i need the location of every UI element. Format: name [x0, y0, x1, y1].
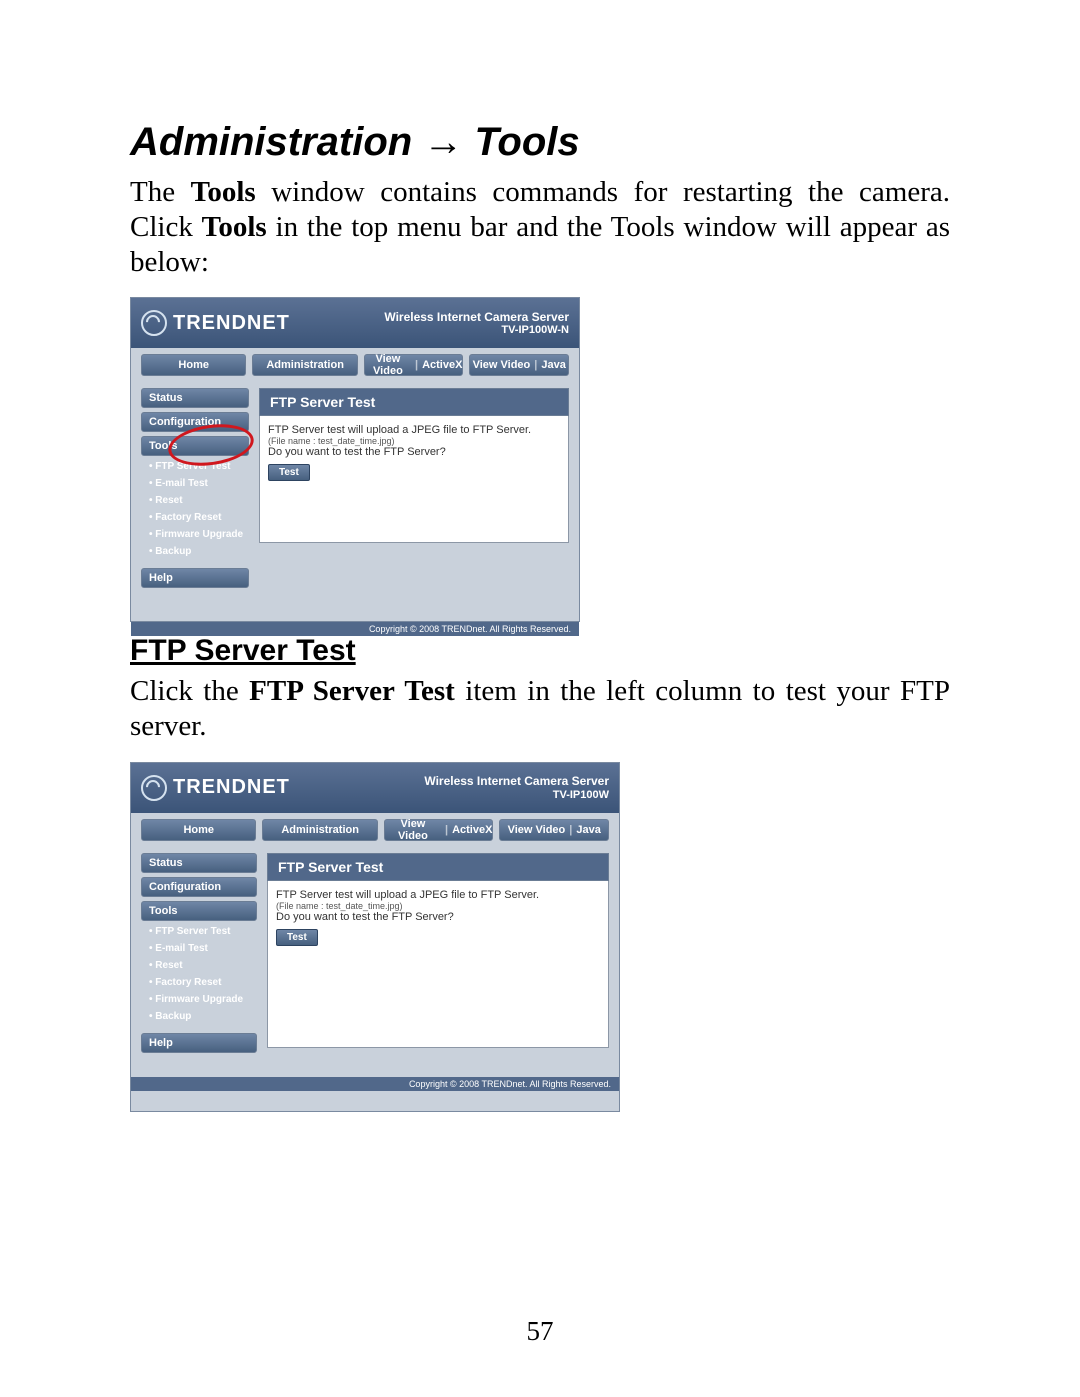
label: Java: [576, 824, 600, 836]
separator-icon: |: [415, 359, 418, 371]
text-bold: Tools: [191, 176, 256, 208]
separator-icon: |: [569, 824, 572, 836]
header-title: Wireless Internet Camera Server: [424, 774, 609, 788]
sidebar-item-reset[interactable]: Reset: [141, 959, 257, 972]
top-menubar: Home Administration View Video|ActiveX V…: [131, 813, 619, 847]
sidebar-configuration[interactable]: Configuration: [141, 412, 249, 432]
top-menubar: Home Administration View Video|ActiveX V…: [131, 348, 579, 382]
intro-paragraph: The Tools window contains commands for r…: [130, 175, 950, 279]
sidebar-status[interactable]: Status: [141, 853, 257, 873]
panel-line-small: (File name : test_date_time.jpg): [268, 436, 560, 446]
label: Java: [541, 359, 565, 371]
sidebar-item-firmware-upgrade[interactable]: Firmware Upgrade: [141, 528, 249, 541]
label: ActiveX: [422, 359, 462, 371]
text-bold: Tools: [202, 211, 267, 243]
sidebar-tools[interactable]: Tools: [141, 436, 249, 456]
panel-title: FTP Server Test: [259, 388, 569, 416]
model-number: TV-IP100W: [424, 789, 609, 802]
content-area: FTP Server Test FTP Server test will upl…: [259, 388, 569, 588]
header-right: Wireless Internet Camera Server TV-IP100…: [424, 774, 609, 802]
test-button[interactable]: Test: [268, 464, 310, 481]
app-body: Status Configuration Tools FTP Server Te…: [131, 847, 619, 1059]
page-number: 57: [0, 1316, 1080, 1347]
section-heading-ftp: FTP Server Test: [130, 634, 950, 668]
panel-line: Do you want to test the FTP Server?: [276, 911, 600, 923]
content-area: FTP Server Test FTP Server test will upl…: [267, 853, 609, 1053]
panel-line-small: (File name : test_date_time.jpg): [276, 901, 600, 911]
app-body: Status Configuration Tools FTP Server Te…: [131, 382, 579, 594]
screenshot-2: TRENDNET Wireless Internet Camera Server…: [130, 762, 620, 1112]
panel-line: FTP Server test will upload a JPEG file …: [268, 424, 560, 436]
test-button[interactable]: Test: [276, 929, 318, 946]
panel-title: FTP Server Test: [267, 853, 609, 881]
label: View Video: [473, 359, 531, 371]
ftp-paragraph: Click the FTP Server Test item in the le…: [130, 674, 950, 744]
text: The: [130, 176, 191, 208]
model-number: TV-IP100W-N: [384, 324, 569, 337]
sidebar-item-factory-reset[interactable]: Factory Reset: [141, 511, 249, 524]
sidebar: Status Configuration Tools FTP Server Te…: [141, 853, 257, 1053]
logo-icon: [141, 310, 167, 336]
header-right: Wireless Internet Camera Server TV-IP100…: [384, 310, 569, 338]
sidebar-item-ftp-test[interactable]: FTP Server Test: [141, 925, 257, 938]
sidebar-item-ftp-test[interactable]: FTP Server Test: [141, 460, 249, 473]
app-footer: Copyright © 2008 TRENDnet. All Rights Re…: [131, 622, 579, 636]
sidebar-item-backup[interactable]: Backup: [141, 1010, 257, 1023]
sidebar: Status Configuration Tools FTP Server Te…: [141, 388, 249, 588]
sidebar-tools[interactable]: Tools: [141, 901, 257, 921]
sidebar-configuration[interactable]: Configuration: [141, 877, 257, 897]
sidebar-item-backup[interactable]: Backup: [141, 545, 249, 558]
logo-text: TRENDNET: [173, 776, 290, 799]
screenshot-1: TRENDNET Wireless Internet Camera Server…: [130, 297, 580, 622]
header-title: Wireless Internet Camera Server: [384, 310, 569, 324]
separator-icon: |: [445, 824, 448, 836]
sidebar-item-email-test[interactable]: E-mail Test: [141, 477, 249, 490]
sidebar-help[interactable]: Help: [141, 1033, 257, 1053]
sidebar-item-factory-reset[interactable]: Factory Reset: [141, 976, 257, 989]
logo-icon: [141, 775, 167, 801]
text: Click the: [130, 675, 249, 707]
separator-icon: |: [534, 359, 537, 371]
panel-body: FTP Server test will upload a JPEG file …: [267, 881, 609, 1048]
label: View Video: [508, 824, 566, 836]
sidebar-item-email-test[interactable]: E-mail Test: [141, 942, 257, 955]
menu-viewvideo-java[interactable]: View Video| Java: [469, 354, 569, 376]
page-heading: Administration → Tools: [130, 120, 950, 165]
menu-viewvideo-activex[interactable]: View Video | ActiveX: [364, 354, 464, 376]
text-bold: FTP Server Test: [249, 675, 455, 707]
menu-viewvideo-java[interactable]: View Video| Java: [499, 819, 609, 841]
panel-line: FTP Server test will upload a JPEG file …: [276, 889, 600, 901]
menu-admin[interactable]: Administration: [262, 819, 377, 841]
menu-viewvideo-activex[interactable]: View Video | ActiveX: [384, 819, 494, 841]
label: View Video: [365, 353, 411, 377]
label: ActiveX: [452, 824, 492, 836]
panel-line: Do you want to test the FTP Server?: [268, 446, 560, 458]
menu-home[interactable]: Home: [141, 819, 256, 841]
app-footer: Copyright © 2008 TRENDnet. All Rights Re…: [131, 1077, 619, 1091]
app-header: TRENDNET Wireless Internet Camera Server…: [131, 763, 619, 813]
panel-body: FTP Server test will upload a JPEG file …: [259, 416, 569, 543]
label: View Video: [385, 818, 441, 842]
logo-text: TRENDNET: [173, 312, 290, 335]
menu-home[interactable]: Home: [141, 354, 246, 376]
app-header: TRENDNET Wireless Internet Camera Server…: [131, 298, 579, 348]
screenshot-1-wrapper: TRENDNET Wireless Internet Camera Server…: [130, 297, 950, 622]
sidebar-item-firmware-upgrade[interactable]: Firmware Upgrade: [141, 993, 257, 1006]
sidebar-item-reset[interactable]: Reset: [141, 494, 249, 507]
menu-admin[interactable]: Administration: [252, 354, 357, 376]
sidebar-help[interactable]: Help: [141, 568, 249, 588]
sidebar-status[interactable]: Status: [141, 388, 249, 408]
